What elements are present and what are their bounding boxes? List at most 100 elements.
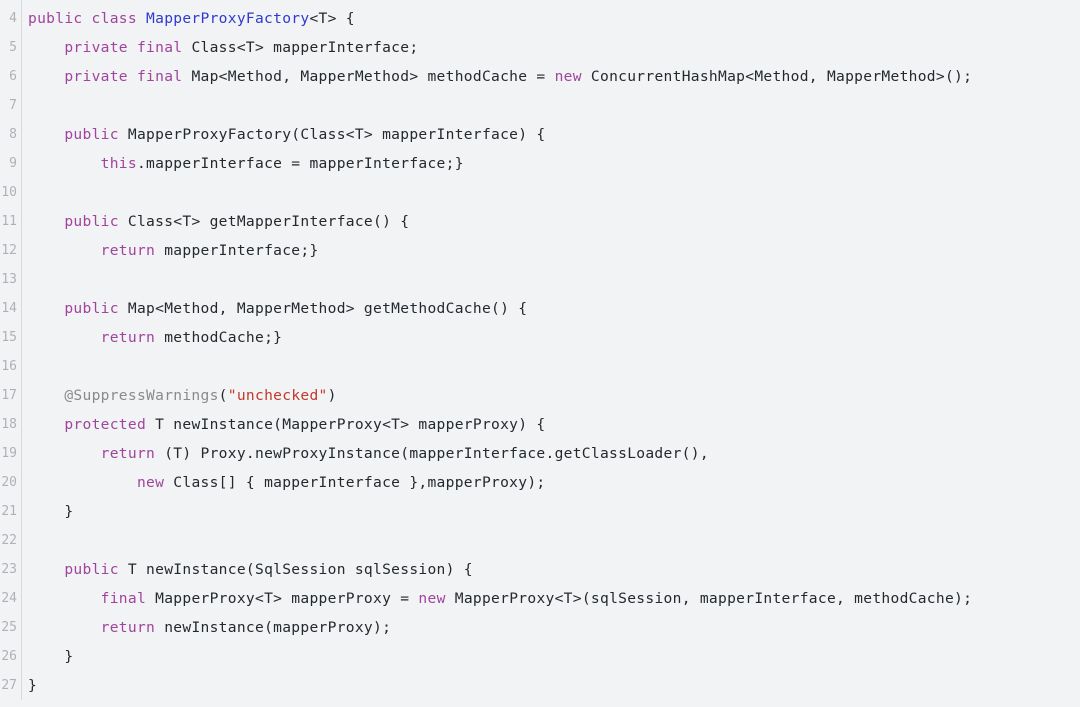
code-line[interactable] — [28, 526, 1080, 555]
code-line[interactable] — [28, 352, 1080, 381]
code-token-type-declaration: MapperProxyFactory — [146, 10, 310, 27]
code-token-keyword: return — [100, 329, 165, 346]
code-token-plain: ( — [218, 387, 228, 404]
code-token-plain: newInstance(mapperProxy); — [164, 619, 392, 636]
line-number: 22 — [1, 533, 17, 548]
code-line[interactable]: public Class<T> getMapperInterface() { — [28, 207, 1080, 236]
line-number: 10 — [1, 185, 17, 200]
code-token-plain: <T> { — [309, 10, 355, 27]
code-token-keyword: new — [136, 474, 174, 491]
code-token-keyword: public class — [28, 10, 147, 27]
code-token-plain: .mapperInterface = mapperInterface;} — [136, 155, 464, 172]
code-content-area[interactable]: public class MapperProxyFactory<T> { pri… — [22, 0, 1080, 700]
code-token-keyword: private final — [64, 68, 192, 85]
line-number: 15 — [1, 330, 17, 345]
line-number: 24 — [1, 591, 17, 606]
code-token-plain: } — [28, 648, 74, 665]
line-number: 14 — [1, 301, 17, 316]
code-token-plain: methodCache;} — [164, 329, 283, 346]
code-token-keyword: new — [418, 590, 455, 607]
code-token-plain: Map<Method, MapperMethod> getMethodCache… — [127, 300, 528, 317]
code-line[interactable] — [28, 178, 1080, 207]
code-line[interactable]: } — [28, 671, 1080, 700]
code-token-keyword: this — [100, 155, 137, 172]
code-line[interactable]: public class MapperProxyFactory<T> { — [28, 4, 1080, 33]
code-token-keyword: public — [64, 213, 128, 230]
code-line[interactable]: return newInstance(mapperProxy); — [28, 613, 1080, 642]
code-line[interactable]: return methodCache;} — [28, 323, 1080, 352]
code-token-plain: Map<Method, MapperMethod> methodCache = — [191, 68, 555, 85]
code-line[interactable] — [28, 265, 1080, 294]
code-line[interactable]: return mapperInterface;} — [28, 236, 1080, 265]
code-line[interactable]: protected T newInstance(MapperProxy<T> m… — [28, 410, 1080, 439]
code-token-keyword: return — [100, 242, 165, 259]
line-number: 12 — [1, 243, 17, 258]
line-number: 21 — [1, 504, 17, 519]
code-token-keyword: public — [64, 300, 128, 317]
line-number: 16 — [1, 359, 17, 374]
line-number: 23 — [1, 562, 17, 577]
code-token-plain: MapperProxy<T>(sqlSession, mapperInterfa… — [454, 590, 973, 607]
code-line[interactable]: private final Class<T> mapperInterface; — [28, 33, 1080, 62]
code-token-plain: } — [28, 503, 74, 520]
line-number: 5 — [9, 40, 17, 55]
code-line[interactable]: public MapperProxyFactory(Class<T> mappe… — [28, 120, 1080, 149]
code-line[interactable] — [28, 91, 1080, 120]
line-number: 13 — [1, 272, 17, 287]
code-line[interactable]: this.mapperInterface = mapperInterface;} — [28, 149, 1080, 178]
code-line[interactable]: new Class[] { mapperInterface },mapperPr… — [28, 468, 1080, 497]
code-line[interactable]: return (T) Proxy.newProxyInstance(mapper… — [28, 439, 1080, 468]
code-line[interactable]: public T newInstance(SqlSession sqlSessi… — [28, 555, 1080, 584]
code-token-keyword: protected — [64, 416, 156, 433]
line-number: 7 — [9, 98, 17, 113]
code-line[interactable]: } — [28, 642, 1080, 671]
code-token-keyword: new — [554, 68, 591, 85]
line-number: 27 — [1, 678, 17, 693]
code-token-string: "unchecked" — [227, 387, 328, 404]
code-token-keyword: final — [100, 590, 156, 607]
line-number: 8 — [9, 127, 17, 142]
code-line[interactable]: private final Map<Method, MapperMethod> … — [28, 62, 1080, 91]
line-number: 4 — [9, 11, 17, 26]
line-number: 9 — [9, 156, 17, 171]
code-token-keyword: public — [64, 561, 128, 578]
line-number: 26 — [1, 649, 17, 664]
line-number: 20 — [1, 475, 17, 490]
code-token-plain: Class[] { mapperInterface },mapperProxy)… — [173, 474, 546, 491]
code-token-plain: T newInstance(MapperProxy<T> mapperProxy… — [155, 416, 546, 433]
code-token-plain: Class<T> getMapperInterface() { — [127, 213, 410, 230]
code-token-plain: (T) Proxy.newProxyInstance(mapperInterfa… — [164, 445, 709, 462]
code-line[interactable]: public Map<Method, MapperMethod> getMeth… — [28, 294, 1080, 323]
code-token-plain: } — [28, 677, 38, 694]
code-token-plain: MapperProxy<T> mapperProxy = — [155, 590, 419, 607]
code-line[interactable]: final MapperProxy<T> mapperProxy = new M… — [28, 584, 1080, 613]
code-token-keyword: private final — [64, 39, 192, 56]
code-token-plain: Class<T> mapperInterface; — [191, 39, 419, 56]
code-token-plain: ConcurrentHashMap<Method, MapperMethod>(… — [590, 68, 973, 85]
line-number: 25 — [1, 620, 17, 635]
line-number-gutter: 4 5 6 7 8 9 10 11 12 13 14 15 16 17 18 19 20 21 22 23 24 25 26… — [0, 0, 22, 700]
code-line[interactable]: } — [28, 497, 1080, 526]
code-token-keyword: return — [100, 445, 165, 462]
code-token-keyword: return — [100, 619, 165, 636]
code-token-annotation: @SuppressWarnings — [64, 387, 219, 404]
code-token-plain: T newInstance(SqlSession sqlSession) { — [127, 561, 473, 578]
line-number: 19 — [1, 446, 17, 461]
line-number: 6 — [9, 69, 17, 84]
code-line[interactable]: @SuppressWarnings("unchecked") — [28, 381, 1080, 410]
